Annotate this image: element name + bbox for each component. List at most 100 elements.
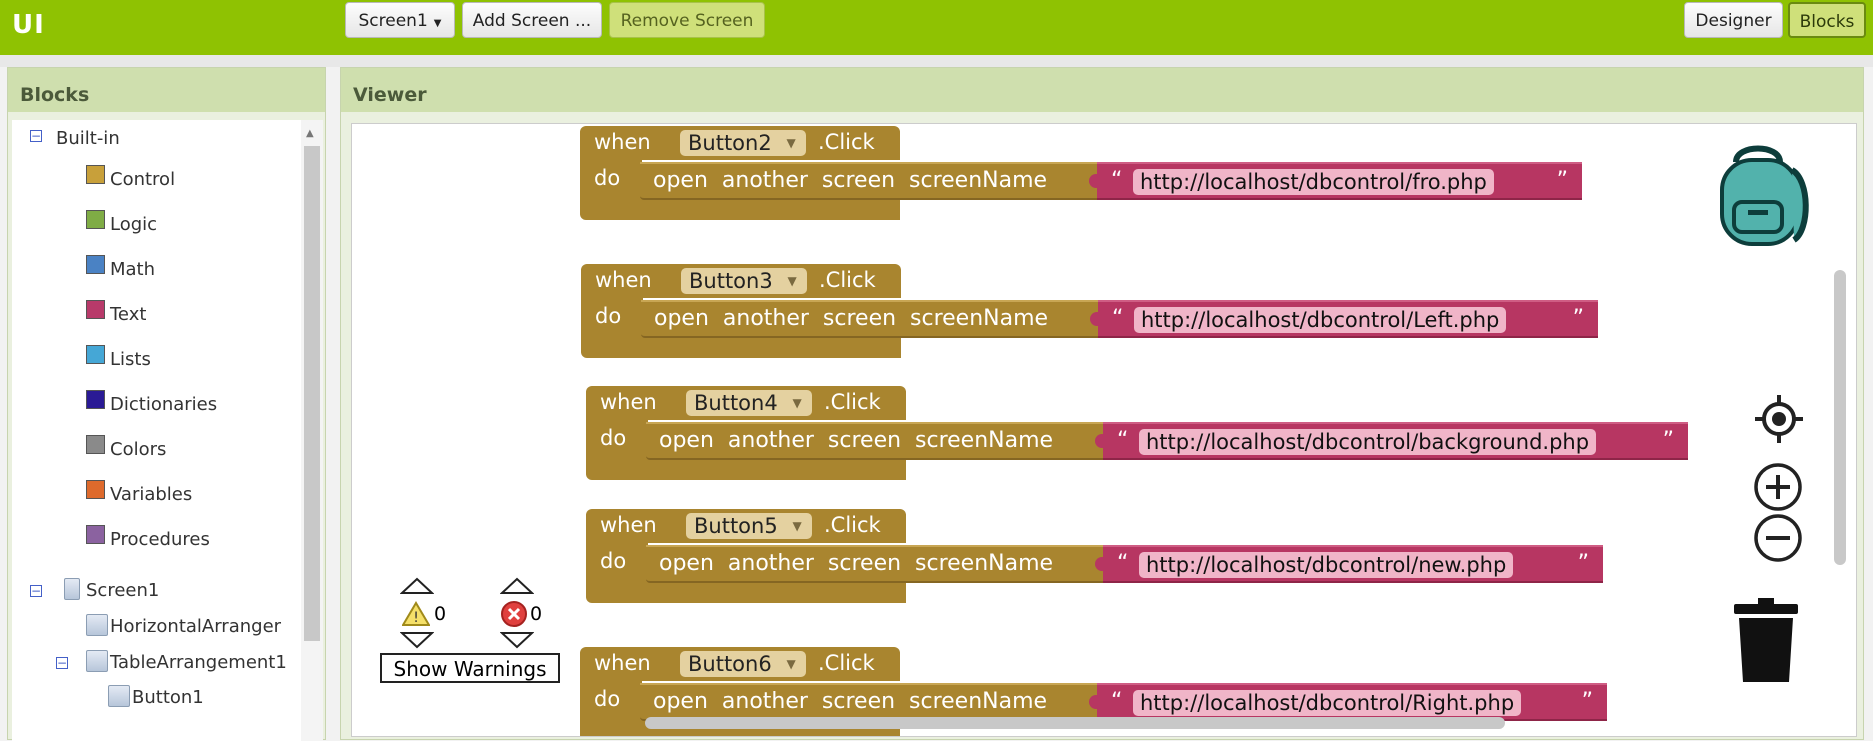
errors-count: 0 <box>530 603 543 625</box>
category-control[interactable]: Control <box>110 165 175 195</box>
category-logic[interactable]: Logic <box>110 210 157 240</box>
workspace-horizontal-scrollbar[interactable] <box>645 717 1505 729</box>
top-strip <box>0 55 1873 67</box>
blocks-workspace[interactable]: when Button2 ▼ .Click do open another screen … <box>351 123 1857 737</box>
category-label: Logic <box>110 214 158 235</box>
blocks-panel-title: Blocks <box>8 68 325 112</box>
tree-item-button1[interactable]: Button1 <box>132 683 204 713</box>
horizontal-arrangement-icon <box>86 614 108 636</box>
open-another-screen-block[interactable]: open another screen screenName <box>646 422 1103 460</box>
dropdown-arrow-icon: ▼ <box>787 274 797 288</box>
center-target-icon[interactable] <box>1755 395 1803 443</box>
text-string-block[interactable]: “ http://localhost/dbcontrol/fro.php ” <box>1089 162 1582 200</box>
category-swatch-procedures <box>86 525 105 544</box>
caret-down-icon: ▼ <box>433 18 442 29</box>
remove-screen-button[interactable]: Remove Screen <box>609 2 765 38</box>
category-swatch-text <box>86 300 105 319</box>
quote-open: “ <box>1111 689 1123 714</box>
event-block[interactable]: when Button3 ▼ .Click do open another screen … <box>581 264 1598 358</box>
category-label: Procedures <box>110 529 210 550</box>
show-warnings-button[interactable]: Show Warnings <box>380 653 560 683</box>
error-up-arrow-icon[interactable] <box>500 577 534 595</box>
category-lists[interactable]: Lists <box>110 345 151 375</box>
category-label: Control <box>110 169 176 190</box>
collapse-toggle-icon[interactable]: − <box>30 585 42 597</box>
url-value[interactable]: http://localhost/dbcontrol/Right.php <box>1133 690 1522 716</box>
blocks-button[interactable]: Blocks <box>1788 2 1866 38</box>
category-procedures[interactable]: Procedures <box>110 525 210 555</box>
tree-scrollbar[interactable]: ▲ <box>301 120 323 741</box>
url-value[interactable]: http://localhost/dbcontrol/Left.php <box>1134 307 1507 333</box>
component-dropdown[interactable]: Button4 ▼ <box>686 390 812 416</box>
text-string-block[interactable]: “ http://localhost/dbcontrol/Right.php ” <box>1089 683 1607 721</box>
quote-open: “ <box>1111 168 1123 193</box>
open-another-screen-block[interactable]: open another screen screenName <box>646 545 1103 583</box>
tree-item-horizontal-arrangement[interactable]: HorizontalArranger <box>110 612 281 642</box>
tree-item-built-in[interactable]: Built-in <box>56 124 120 154</box>
button-icon <box>108 685 130 707</box>
component-dropdown[interactable]: Button2 ▼ <box>680 130 806 156</box>
dropdown-arrow-icon: ▼ <box>792 519 802 533</box>
component-dropdown[interactable]: Button5 ▼ <box>686 513 812 539</box>
url-value[interactable]: http://localhost/dbcontrol/new.php <box>1139 552 1514 578</box>
text-block-notch <box>1089 174 1105 188</box>
button1-label: Button1 <box>132 687 204 708</box>
category-variables[interactable]: Variables <box>110 480 192 510</box>
event-block[interactable]: when Button5 ▼ .Click do open another screen … <box>586 509 1603 603</box>
quote-close: ” <box>1662 428 1674 453</box>
category-text[interactable]: Text <box>110 300 146 330</box>
event-block[interactable]: when Button4 ▼ .Click do open another screen … <box>586 386 1688 480</box>
open-another-screen-block[interactable]: open another screen screenName <box>641 300 1098 338</box>
event-name: .Click <box>824 390 881 414</box>
component-dropdown[interactable]: Button6 ▼ <box>680 651 806 677</box>
open-another-screen-block[interactable]: open another screen screenName <box>640 683 1097 721</box>
warning-up-arrow-icon[interactable] <box>400 577 434 595</box>
category-math[interactable]: Math <box>110 255 155 285</box>
built-in-label: Built-in <box>56 128 120 149</box>
svg-text:!: ! <box>413 610 419 626</box>
tree-item-table-arrangement[interactable]: TableArrangement1 <box>110 648 287 678</box>
screen-icon <box>64 578 80 600</box>
quote-close: ” <box>1556 168 1568 193</box>
quote-close: ” <box>1581 689 1593 714</box>
workspace-vertical-scrollbar[interactable] <box>1834 270 1846 565</box>
url-value[interactable]: http://localhost/dbcontrol/fro.php <box>1133 169 1494 195</box>
warning-down-arrow-icon[interactable] <box>400 631 434 649</box>
call-label: open another screen screenName <box>659 551 1054 576</box>
call-label: open another screen screenName <box>659 428 1054 453</box>
category-swatch-variables <box>86 480 105 499</box>
category-label: Colors <box>110 439 167 460</box>
collapse-toggle-icon[interactable]: − <box>56 657 68 669</box>
backpack-icon[interactable] <box>1712 140 1816 248</box>
text-string-block[interactable]: “ http://localhost/dbcontrol/new.php ” <box>1095 545 1603 583</box>
designer-button[interactable]: Designer <box>1684 2 1783 38</box>
component-name: Button6 <box>688 652 772 676</box>
add-screen-button[interactable]: Add Screen ... <box>462 2 602 38</box>
event-block[interactable]: when Button2 ▼ .Click do open another screen … <box>580 126 1582 220</box>
component-dropdown[interactable]: Button3 ▼ <box>681 268 807 294</box>
scroll-up-arrow-icon[interactable]: ▲ <box>306 128 314 139</box>
url-value[interactable]: http://localhost/dbcontrol/background.ph… <box>1139 429 1597 455</box>
when-keyword: when <box>600 390 657 414</box>
screen-select-dropdown[interactable]: Screen1 ▼ <box>345 2 455 38</box>
zoom-out-icon[interactable] <box>1752 512 1804 564</box>
tree-scroll-thumb[interactable] <box>304 146 320 641</box>
do-keyword: do <box>594 687 621 711</box>
tree-item-screen1[interactable]: Screen1 <box>86 576 159 606</box>
zoom-in-icon[interactable] <box>1752 461 1804 513</box>
collapse-toggle-icon[interactable]: − <box>30 130 42 142</box>
category-colors[interactable]: Colors <box>110 435 166 465</box>
dropdown-arrow-icon: ▼ <box>792 396 802 410</box>
category-dictionaries[interactable]: Dictionaries <box>110 390 217 420</box>
error-down-arrow-icon[interactable] <box>500 631 534 649</box>
horizontal-label: HorizontalArranger <box>110 616 282 637</box>
blocks-tree: − Built-in Control Logic Math Text Lists Dict… <box>12 120 302 741</box>
dropdown-arrow-icon: ▼ <box>786 657 796 671</box>
when-keyword: when <box>600 513 657 537</box>
open-another-screen-block[interactable]: open another screen screenName <box>640 162 1097 200</box>
category-label: Dictionaries <box>110 394 218 415</box>
event-name: .Click <box>818 130 875 154</box>
text-string-block[interactable]: “ http://localhost/dbcontrol/background.p… <box>1095 422 1688 460</box>
text-string-block[interactable]: “ http://localhost/dbcontrol/Left.php ” <box>1090 300 1598 338</box>
trash-icon[interactable] <box>1731 598 1801 684</box>
